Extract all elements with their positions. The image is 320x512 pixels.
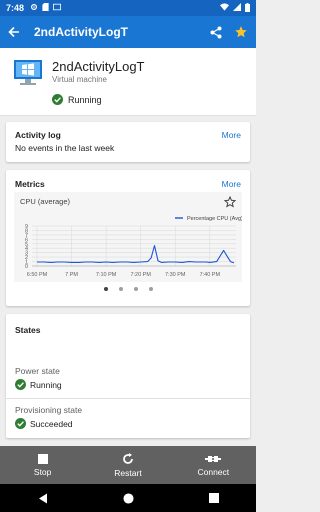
divider [6, 398, 250, 399]
chart-pager [6, 287, 250, 291]
check-circle-icon [15, 418, 26, 429]
vm-type: Virtual machine [52, 75, 107, 84]
check-circle-icon [15, 379, 26, 390]
provisioning-state-value: Succeeded [15, 418, 73, 429]
pager-dot[interactable] [103, 287, 108, 291]
vm-name: 2ndActivityLogT [52, 59, 145, 74]
stop-button[interactable]: Stop [0, 446, 85, 484]
restart-icon [122, 452, 134, 465]
x-tick-label: 7:40 PM [200, 272, 221, 278]
metrics-title: Metrics [15, 179, 45, 189]
x-tick-label: 7:30 PM [165, 272, 186, 278]
settings-icon [30, 3, 38, 13]
connect-button[interactable]: Connect [171, 446, 256, 484]
vm-status: Running [52, 94, 102, 105]
power-state-text: Running [30, 379, 62, 390]
status-bar: 7:48 [0, 0, 256, 16]
pager-dot[interactable] [133, 287, 138, 291]
share-icon[interactable] [210, 26, 222, 39]
activity-log-more-link[interactable]: More [222, 130, 241, 140]
app-bar: 2ndActivityLogT [0, 16, 256, 48]
y-tick-label: 9 [25, 224, 28, 230]
metrics-card: Metrics More CPU (average) 0 1 2 3 4 5 6 7 8 9 6:5… [6, 170, 250, 306]
notification-icon [53, 3, 62, 13]
favorite-star-icon[interactable] [234, 25, 248, 39]
connect-icon [205, 454, 222, 464]
power-state-label: Power state [15, 366, 60, 376]
connect-label: Connect [197, 466, 230, 477]
restart-button[interactable]: Restart [85, 446, 170, 484]
activity-log-title: Activity log [15, 130, 61, 140]
pager-dot[interactable] [118, 287, 123, 291]
stop-icon [37, 453, 48, 464]
provisioning-state-label: Provisioning state [15, 405, 83, 415]
vm-header: 2ndActivityLogT Virtual machine Running [0, 48, 256, 116]
stop-label: Stop [33, 466, 52, 477]
nav-recents-icon[interactable] [208, 493, 219, 503]
signal-icon [233, 3, 241, 13]
vm-status-text: Running [68, 94, 102, 105]
battery-icon [245, 2, 250, 14]
back-arrow-icon[interactable] [8, 26, 20, 38]
x-tick-label: 6:50 PM [27, 272, 48, 278]
virtual-machine-icon [14, 60, 42, 91]
app-bar-title: 2ndActivityLogT [34, 25, 129, 39]
x-tick-label: 7 PM [65, 272, 78, 278]
wifi-icon [220, 3, 229, 13]
sd-card-icon [42, 3, 49, 13]
bottom-action-bar: Stop Restart Connect [0, 446, 256, 484]
provisioning-state-text: Succeeded [30, 418, 73, 429]
metrics-more-link[interactable]: More [222, 179, 241, 189]
system-nav-bar [0, 484, 256, 512]
power-state-value: Running [15, 379, 62, 390]
pager-dot[interactable] [148, 287, 153, 291]
activity-log-message: No events in the last week [15, 143, 115, 153]
x-tick-label: 7:20 PM [130, 272, 151, 278]
status-time: 7:48 [6, 3, 25, 13]
nav-back-icon[interactable] [38, 493, 48, 504]
x-tick-label: 7:10 PM [96, 272, 117, 278]
activity-log-card: Activity log More No events in the last … [6, 122, 250, 162]
legend-label: Percentage CPU (Avg) [187, 216, 242, 222]
check-circle-icon [52, 94, 63, 105]
cpu-chart[interactable]: CPU (average) 0 1 2 3 4 5 6 7 8 9 6:50 PM 7 PM 7:10 … [14, 192, 242, 282]
cpu-line-chart: 01234567896:50 PM 7 PM 7:10 PM 7:20 PM 7:30 … [25, 216, 242, 278]
states-title: States [15, 325, 41, 335]
restart-label: Restart [114, 467, 142, 478]
nav-home-icon[interactable] [122, 492, 134, 504]
states-card: States Power state Running Provisioning … [6, 314, 250, 438]
